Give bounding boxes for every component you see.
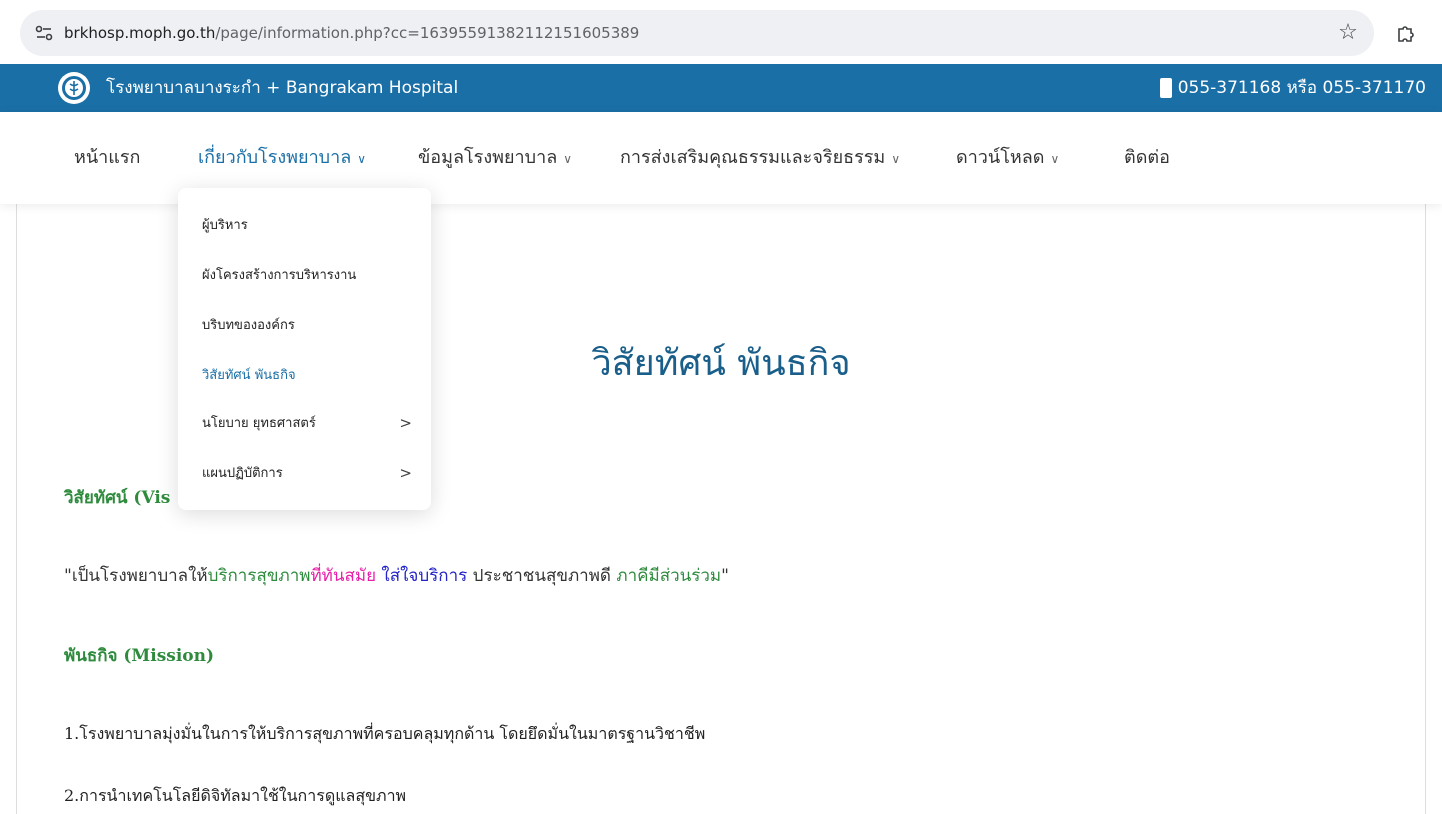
nav-item-contact[interactable]: ติดต่อ bbox=[1124, 112, 1170, 204]
phone-number: 055-371168 หรือ 055-371170 bbox=[1177, 78, 1426, 98]
chevron-down-icon: ∨ bbox=[357, 152, 367, 166]
vision-part: เป็นโรงพยาบาลให้ bbox=[71, 566, 208, 586]
vision-part: ที่ทันสมัย bbox=[310, 566, 377, 586]
nav-label: ข้อมูลโรงพยาบาล bbox=[418, 147, 558, 168]
about-hospital-dropdown: ผู้บริหาร ผังโครงสร้างการบริหารงาน บริบท… bbox=[178, 188, 431, 510]
phone-icon bbox=[1159, 78, 1172, 98]
mission-heading: พันธกิจ (Mission) bbox=[64, 646, 215, 666]
nav-item-download[interactable]: ดาวน์โหลด ∨ bbox=[956, 112, 1059, 204]
dropdown-item-action-plan[interactable]: แผนปฏิบัติการ > bbox=[202, 462, 412, 483]
chevron-right-icon: > bbox=[399, 413, 412, 432]
vision-part: ประชาชนสุขภาพดี bbox=[467, 566, 611, 586]
site-settings-icon[interactable] bbox=[24, 10, 64, 56]
address-bar[interactable]: brkhosp.moph.go.th/page/information.php?… bbox=[20, 10, 1374, 56]
site-topbar: โรงพยาบาลบางระกำ + Bangrakam Hospital 05… bbox=[0, 64, 1442, 112]
nav-label: ติดต่อ bbox=[1124, 147, 1170, 168]
chevron-down-icon: ∨ bbox=[563, 152, 573, 166]
dropdown-item-vision-mission[interactable]: วิสัยทัศน์ พันธกิจ bbox=[202, 364, 412, 385]
chevron-down-icon: ∨ bbox=[1050, 152, 1060, 166]
mission-item: 2.การนำเทคโนโลยีดิจิทัลมาใช้ในการดูแลสุข… bbox=[64, 786, 407, 805]
nav-item-hospital-info[interactable]: ข้อมูลโรงพยาบาล ∨ bbox=[418, 112, 572, 204]
bookmark-star-icon[interactable]: ☆ bbox=[1336, 20, 1360, 45]
url-text[interactable]: brkhosp.moph.go.th/page/information.php?… bbox=[64, 24, 639, 42]
chevron-right-icon: > bbox=[399, 463, 412, 482]
dropdown-item-executives[interactable]: ผู้บริหาร bbox=[202, 214, 412, 235]
dropdown-label: วิสัยทัศน์ พันธกิจ bbox=[202, 368, 296, 383]
dropdown-item-policy-strategy[interactable]: นโยบาย ยุทธศาสตร์ > bbox=[202, 412, 412, 433]
dropdown-label: ผู้บริหาร bbox=[202, 218, 248, 233]
url-host: brkhosp.moph.go.th bbox=[64, 24, 216, 42]
phone-contact: 055-371168 หรือ 055-371170 bbox=[1159, 64, 1426, 112]
quote-open: " bbox=[64, 566, 72, 586]
nav-label: การส่งเสริมคุณธรรมและจริยธรรม bbox=[620, 147, 886, 168]
dropdown-label: นโยบาย ยุทธศาสตร์ bbox=[202, 416, 316, 431]
extensions-puzzle-icon[interactable] bbox=[1392, 20, 1420, 48]
nav-item-home[interactable]: หน้าแรก bbox=[74, 112, 140, 204]
chevron-down-icon: ∨ bbox=[891, 152, 901, 166]
site-title[interactable]: โรงพยาบาลบางระกำ + Bangrakam Hospital bbox=[106, 64, 458, 112]
vision-heading: วิสัยทัศน์ (Vis bbox=[64, 488, 171, 508]
vision-part: ภาคีมีส่วนร่วม bbox=[610, 566, 722, 586]
dropdown-label: บริบทขององค์กร bbox=[202, 318, 295, 333]
nav-label: เกี่ยวกับโรงพยาบาล bbox=[198, 147, 352, 168]
dropdown-label: ผังโครงสร้างการบริหารงาน bbox=[202, 268, 357, 283]
dropdown-label: แผนปฏิบัติการ bbox=[202, 466, 283, 481]
nav-label: หน้าแรก bbox=[74, 147, 141, 168]
mission-item: 1.โรงพยาบาลมุ่งมั่นในการให้บริการสุขภาพท… bbox=[64, 724, 706, 743]
quote-close: " bbox=[721, 566, 729, 586]
hospital-logo[interactable] bbox=[58, 72, 90, 104]
vision-part: บริการสุขภาพ bbox=[207, 566, 311, 586]
vision-statement: "เป็นโรงพยาบาลให้บริการสุขภาพที่ทันสมัย … bbox=[64, 562, 729, 589]
vision-part: ใส่ใจบริการ bbox=[376, 566, 468, 586]
dropdown-item-org-chart[interactable]: ผังโครงสร้างการบริหารงาน bbox=[202, 264, 412, 285]
nav-label: ดาวน์โหลด bbox=[956, 147, 1045, 168]
dropdown-item-org-context[interactable]: บริบทขององค์กร bbox=[202, 314, 412, 335]
browser-toolbar: brkhosp.moph.go.th/page/information.php?… bbox=[0, 0, 1442, 64]
nav-item-ethics[interactable]: การส่งเสริมคุณธรรมและจริยธรรม ∨ bbox=[620, 112, 900, 204]
url-path: /page/information.php?cc=163955913821121… bbox=[215, 24, 640, 42]
